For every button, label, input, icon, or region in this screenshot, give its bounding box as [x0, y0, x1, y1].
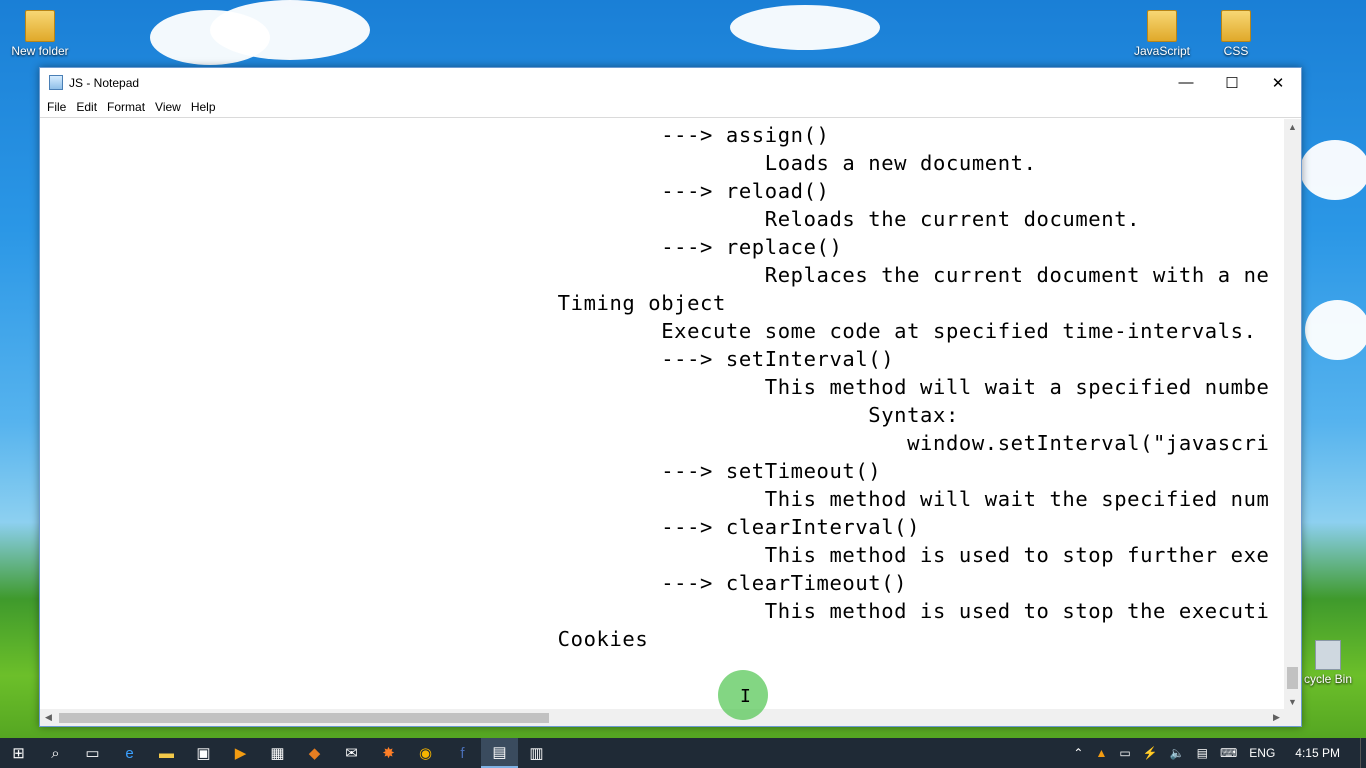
cloud [210, 0, 370, 60]
vertical-scrollbar[interactable]: ▲ ▼ [1284, 119, 1301, 711]
edge-icon[interactable]: e [111, 738, 148, 768]
title-bar[interactable]: JS - Notepad — ☐ ✕ [40, 68, 1301, 97]
cloud [1305, 300, 1366, 360]
taskbar: ⊞ ⌕ ▭ e ▬ ▣ ▶ ▦ ◆ ✉ ✸ ◉ f ▤ ▥ ⌃ ▲ ▭ ⚡ 🔈 … [0, 738, 1366, 768]
desktop-icon-label: CSS [1223, 44, 1249, 58]
vertical-scroll-thumb[interactable] [1287, 667, 1298, 689]
mail-icon[interactable]: ✉ [333, 738, 370, 768]
cloud [1300, 140, 1366, 200]
editor-content[interactable]: ---> assign() Loads a new document. --->… [40, 119, 1285, 653]
network-icon[interactable]: ⚡ [1137, 746, 1164, 760]
notepad-window: JS - Notepad — ☐ ✕ File Edit Format View… [39, 67, 1302, 727]
menu-view[interactable]: View [150, 100, 186, 114]
vlc-icon[interactable]: ▲ [1089, 746, 1113, 760]
chrome-icon[interactable]: ◉ [407, 738, 444, 768]
scroll-up-icon[interactable]: ▲ [1284, 119, 1301, 136]
minimize-button[interactable]: — [1163, 68, 1209, 97]
maximize-button[interactable]: ☐ [1209, 68, 1255, 97]
film-icon[interactable]: ▦ [259, 738, 296, 768]
notification-icon[interactable]: ▤ [1191, 746, 1214, 760]
recycle-bin-icon [1315, 640, 1341, 670]
burst-icon[interactable]: ✸ [370, 738, 407, 768]
scrollbar-corner [1284, 709, 1301, 726]
desktop-icon-javascript[interactable]: JavaScript [1122, 10, 1202, 58]
show-desktop-button[interactable] [1360, 738, 1366, 768]
horizontal-scroll-thumb[interactable] [59, 713, 549, 723]
folder-icon [1147, 10, 1177, 42]
fox-icon[interactable]: ◆ [296, 738, 333, 768]
media-player-icon[interactable]: ▶ [222, 738, 259, 768]
keyboard-icon[interactable]: ⌨ [1214, 746, 1243, 760]
battery-icon[interactable]: ▭ [1113, 746, 1136, 760]
scroll-left-icon[interactable]: ◀ [40, 709, 57, 726]
scroll-right-icon[interactable]: ▶ [1268, 709, 1285, 726]
facebook-icon[interactable]: f [444, 738, 481, 768]
desktop-icon-label: New folder [11, 44, 69, 58]
menu-help[interactable]: Help [186, 100, 221, 114]
menu-format[interactable]: Format [102, 100, 150, 114]
desktop-icon-css[interactable]: CSS [1196, 10, 1276, 58]
file-explorer-icon[interactable]: ▬ [148, 738, 185, 768]
chevron-up-icon[interactable]: ⌃ [1067, 746, 1089, 760]
menu-edit[interactable]: Edit [71, 100, 102, 114]
horizontal-scrollbar[interactable]: ◀ ▶ [40, 709, 1285, 726]
windows-start-icon[interactable]: ⊞ [0, 738, 37, 768]
clock[interactable]: 4:15 PM [1281, 746, 1360, 760]
task-view-icon[interactable]: ▭ [74, 738, 111, 768]
notepad-icon [49, 75, 63, 90]
close-button[interactable]: ✕ [1255, 68, 1301, 97]
ibeam-cursor-icon: I [740, 686, 751, 707]
folder-icon [1221, 10, 1251, 42]
notepad-taskbar-icon[interactable]: ▤ [481, 738, 518, 768]
volume-icon[interactable]: 🔈 [1164, 746, 1191, 760]
desktop-icon-label: cycle Bin [1303, 672, 1353, 686]
search-icon[interactable]: ⌕ [37, 738, 74, 768]
desktop-icon-label: JavaScript [1133, 44, 1191, 58]
store-icon[interactable]: ▣ [185, 738, 222, 768]
cloud [730, 5, 880, 50]
folder-icon [25, 10, 55, 42]
menu-file[interactable]: File [42, 100, 71, 114]
menu-bar: File Edit Format View Help [40, 97, 1301, 118]
presentation-icon[interactable]: ▥ [518, 738, 555, 768]
language-indicator[interactable]: ENG [1243, 746, 1281, 760]
system-tray: ⌃ ▲ ▭ ⚡ 🔈 ▤ ⌨ ENG 4:15 PM [1067, 738, 1366, 768]
text-editor[interactable]: ---> assign() Loads a new document. --->… [40, 119, 1285, 711]
window-title: JS - Notepad [69, 75, 140, 90]
desktop-icon-new-folder[interactable]: New folder [0, 10, 80, 58]
